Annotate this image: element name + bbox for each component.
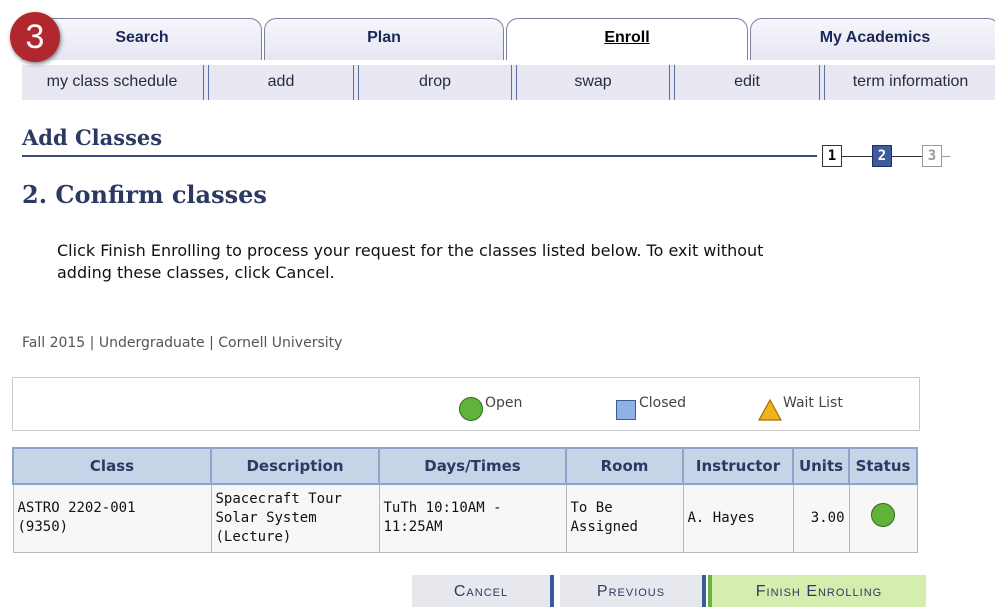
cell-units: 3.00: [792, 483, 850, 553]
column-header-status: Status: [848, 447, 918, 485]
subtab-drop[interactable]: drop: [360, 65, 510, 100]
table-row: ASTRO 2202-001 (9350) Spacecraft Tour So…: [12, 483, 918, 553]
subtab-divider: [669, 65, 675, 100]
wait-list-icon: [758, 399, 782, 421]
page-title: Add Classes: [22, 125, 163, 150]
time-line: 11:25AM: [383, 519, 443, 536]
column-header-class: Class: [12, 447, 212, 485]
finish-enrolling-button[interactable]: Finish Enrolling: [708, 575, 926, 607]
column-header-instructor: Instructor: [682, 447, 794, 485]
subtab-divider: [819, 65, 825, 100]
legend-wait-list-label: Wait List: [783, 395, 843, 411]
title-rule: [22, 155, 817, 157]
open-status-icon: [459, 397, 483, 421]
column-header-description: Description: [210, 447, 380, 485]
column-header-days-times: Days/Times: [378, 447, 567, 485]
step-2-current: 2: [872, 145, 892, 167]
cell-instructor: A. Hayes: [682, 483, 794, 553]
subtab-term-information[interactable]: term information: [826, 65, 995, 100]
cell-description: Spacecraft Tour Solar System (Lecture): [210, 483, 380, 553]
status-legend: Open Closed Wait List: [12, 377, 920, 431]
step-1: 1: [822, 145, 842, 167]
legend-closed-label: Closed: [639, 395, 687, 411]
term-info: Fall 2015 | Undergraduate | Cornell Univ…: [22, 335, 343, 351]
step-3: 3: [922, 145, 942, 167]
room-line: To Be: [570, 500, 613, 517]
subtab-divider: [353, 65, 359, 100]
subtab-divider: [203, 65, 209, 100]
section-title: 2. Confirm classes: [22, 180, 267, 209]
column-header-room: Room: [565, 447, 684, 485]
cell-class: ASTRO 2202-001 (9350): [12, 483, 212, 553]
open-status-icon: [871, 503, 895, 528]
class-number: ASTRO 2202-001: [17, 500, 136, 517]
class-id: (9350): [17, 519, 69, 536]
step-connector: [892, 156, 922, 157]
cancel-button[interactable]: Cancel: [412, 575, 554, 607]
step-connector: [942, 156, 950, 157]
legend-open-label: Open: [485, 395, 523, 411]
cell-status: [848, 483, 918, 553]
step-connector: [842, 156, 872, 157]
description-line: (Lecture): [215, 528, 292, 545]
description-line: Spacecraft Tour: [215, 490, 342, 507]
tab-enroll[interactable]: Enroll: [506, 18, 748, 60]
subtab-add[interactable]: add: [210, 65, 352, 100]
subtab-divider: [511, 65, 517, 100]
step-badge: 3: [10, 12, 60, 62]
step-indicator: 1 2 3: [822, 145, 952, 171]
closed-status-icon: [616, 400, 636, 420]
cell-days-times: TuTh 10:10AM - 11:25AM: [378, 483, 567, 553]
previous-button[interactable]: Previous: [560, 575, 706, 607]
subtab-swap[interactable]: swap: [518, 65, 668, 100]
classes-table: Class Description Days/Times Room Instru…: [12, 447, 918, 553]
time-line: TuTh 10:10AM -: [383, 500, 502, 517]
description-line: Solar System: [215, 509, 317, 526]
subtab-edit[interactable]: edit: [676, 65, 818, 100]
cell-room: To Be Assigned: [565, 483, 684, 553]
tab-my-academics[interactable]: My Academics: [750, 18, 995, 60]
tab-plan[interactable]: Plan: [264, 18, 504, 60]
room-line: Assigned: [570, 519, 638, 536]
subtab-my-class-schedule[interactable]: my class schedule: [22, 65, 202, 100]
column-header-units: Units: [792, 447, 850, 485]
instructions-text: Click Finish Enrolling to process your r…: [57, 241, 764, 282]
